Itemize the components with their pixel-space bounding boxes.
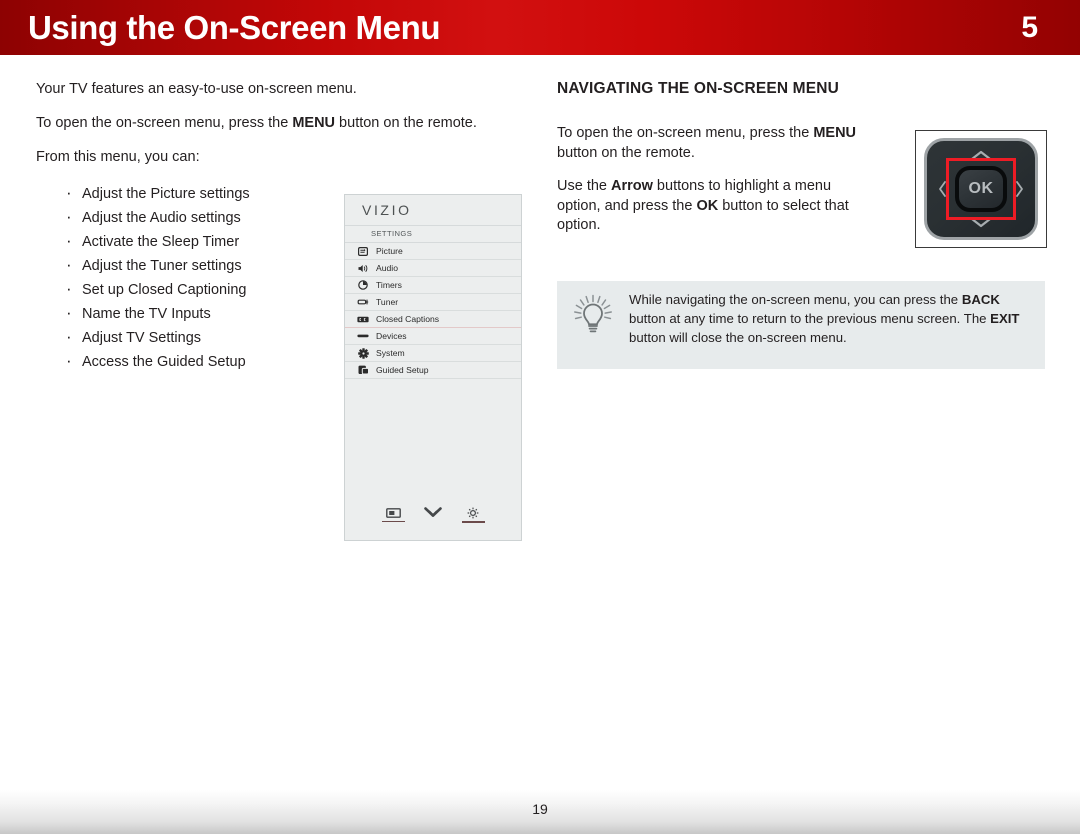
menu-item-closed-captions[interactable]: Closed Captions: [345, 311, 521, 328]
chapter-number: 5: [1021, 10, 1038, 44]
page-title: Using the On-Screen Menu: [28, 8, 441, 46]
lightbulb-icon: [557, 281, 629, 337]
gear-small-icon[interactable]: [461, 507, 485, 523]
tip-text-pre: While navigating the on-screen menu, you…: [629, 292, 962, 307]
tip-callout-box: While navigating the on-screen menu, you…: [557, 281, 1045, 369]
menu-item-devices[interactable]: Devices: [345, 328, 521, 345]
page-number: 19: [532, 801, 548, 817]
nav-paragraph-1-pre: To open the on-screen menu, press the: [557, 125, 814, 141]
menu-item-picture[interactable]: Picture: [345, 243, 521, 260]
screen-icon[interactable]: [381, 507, 405, 523]
back-keyword: BACK: [961, 292, 1000, 307]
settings-section-label: SETTINGS: [345, 226, 521, 243]
devices-icon: [354, 333, 372, 339]
chevron-left-icon[interactable]: [938, 180, 947, 198]
intro-paragraph-2-pre: To open the on-screen menu, press the: [36, 115, 293, 131]
intro-paragraph-3: From this menu, you can:: [36, 149, 200, 165]
tip-text: While navigating the on-screen menu, you…: [629, 281, 1045, 347]
menu-item-tuner[interactable]: Tuner: [345, 294, 521, 311]
menu-keyword: MENU: [813, 125, 857, 141]
ok-button-label: OK: [968, 180, 994, 197]
menu-item-label: Picture: [376, 246, 403, 256]
page-header: Using the On-Screen Menu 5: [0, 0, 1080, 55]
tip-text-post: button will close the on-screen menu.: [629, 330, 847, 345]
speaker-icon: [354, 264, 372, 273]
menu-item-audio[interactable]: Audio: [345, 260, 521, 277]
tv-menu-empty-space: [345, 379, 521, 496]
nav-paragraph-2: Use the Arrow buttons to highlight a men…: [557, 177, 877, 236]
chevron-up-icon[interactable]: [970, 150, 992, 161]
menu-item-timers[interactable]: Timers: [345, 277, 521, 294]
page-footer: 19: [0, 790, 1080, 834]
nav-paragraph-1-post: button on the remote.: [557, 144, 695, 161]
chevron-right-icon[interactable]: [1015, 180, 1024, 198]
guided-setup-icon: [354, 365, 372, 375]
section-heading: NAVIGATING THE ON-SCREEN MENU: [557, 80, 839, 97]
intro-paragraph-2: To open the on-screen menu, press the ME…: [36, 114, 526, 133]
vizio-logo: VIZIO: [345, 195, 521, 226]
nav-paragraph-2-pre: Use the: [557, 178, 611, 194]
nav-paragraph-1: To open the on-screen menu, press the ME…: [557, 124, 877, 163]
tip-text-mid: button at any time to return to the prev…: [629, 311, 991, 326]
menu-item-label: System: [376, 348, 405, 358]
clock-icon: [354, 280, 372, 290]
chevron-double-down-icon[interactable]: [422, 507, 445, 523]
tv-menu-panel-figure: VIZIO SETTINGS Picture Audio Timers Tune…: [344, 194, 522, 541]
right-column: NAVIGATING THE ON-SCREEN MENU To open th…: [557, 80, 1057, 248]
remote-dpad-figure: OK: [915, 130, 1047, 248]
menu-item-system[interactable]: System: [345, 345, 521, 362]
arrow-keyword: Arrow: [611, 178, 653, 194]
menu-item-label: Timers: [376, 280, 402, 290]
dpad-body: OK: [924, 138, 1038, 240]
menu-keyword: MENU: [292, 115, 336, 131]
exit-keyword: EXIT: [990, 311, 1020, 326]
chevron-down-icon[interactable]: [970, 217, 992, 228]
intro-paragraph-2-post: button on the remote.: [335, 115, 477, 131]
menu-item-label: Closed Captions: [376, 314, 440, 324]
tuner-icon: [354, 298, 372, 306]
menu-item-label: Guided Setup: [376, 365, 429, 375]
ok-button[interactable]: OK: [955, 166, 1007, 212]
closed-captions-icon: [354, 316, 372, 323]
ok-keyword: OK: [696, 197, 719, 214]
gear-icon: [354, 347, 372, 359]
navigation-instructions: To open the on-screen menu, press the ME…: [557, 124, 877, 236]
picture-icon: [354, 246, 372, 256]
tv-menu-footer-bar: [345, 496, 521, 540]
intro-paragraph-1: Your TV features an easy-to-use on-scree…: [36, 81, 357, 97]
menu-item-label: Tuner: [376, 297, 399, 307]
menu-item-label: Audio: [376, 263, 398, 273]
menu-item-label: Devices: [376, 331, 407, 341]
menu-item-guided-setup[interactable]: Guided Setup: [345, 362, 521, 379]
